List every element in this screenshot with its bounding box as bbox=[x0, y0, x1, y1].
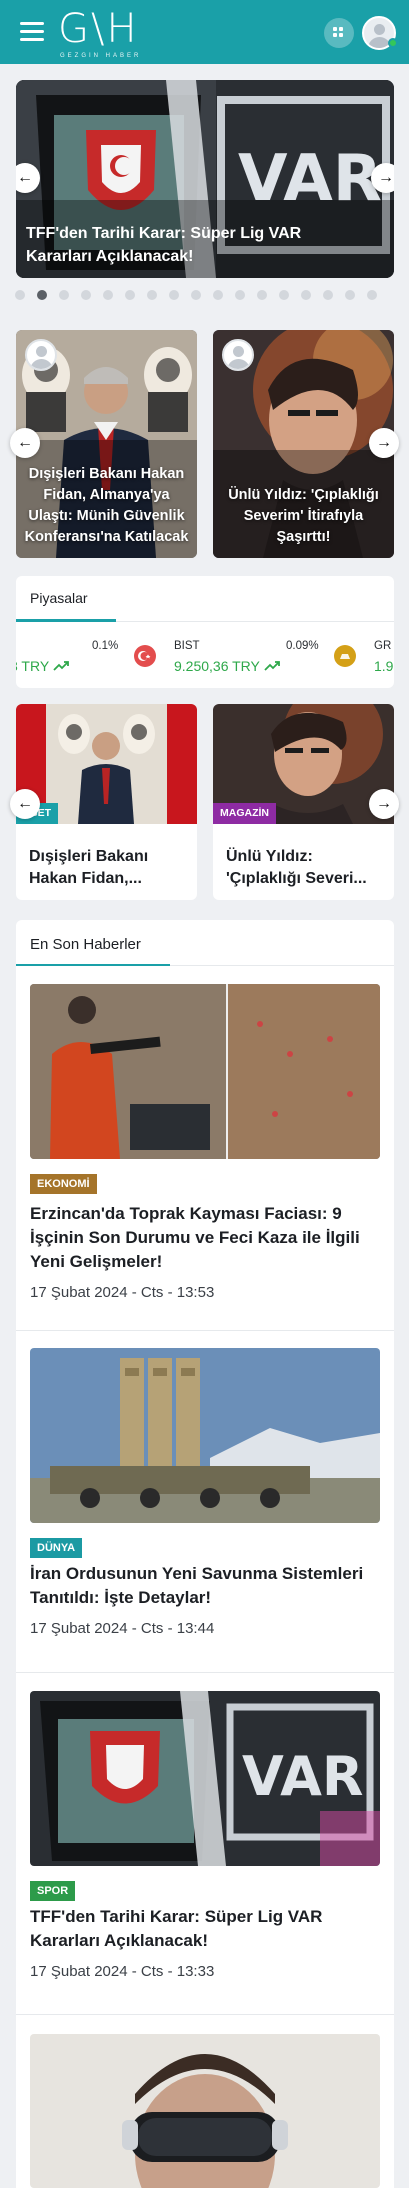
markets-header: Piyasalar bbox=[16, 576, 394, 622]
author-avatar-icon bbox=[25, 339, 57, 371]
turkey-flag-icon bbox=[134, 645, 156, 667]
category-badge[interactable]: MAGAZİN bbox=[213, 803, 276, 824]
author-card-title: Dışişleri Bakanı Hakan Fidan, Almanya'ya… bbox=[24, 466, 189, 545]
slider-dot[interactable] bbox=[103, 290, 113, 300]
slider-dot[interactable] bbox=[345, 290, 355, 300]
slider-dot[interactable] bbox=[257, 290, 267, 300]
category-badge[interactable]: SPOR bbox=[30, 1881, 76, 1901]
market-item[interactable]: BIST 0.09% 9.250,36 TRY bbox=[134, 636, 324, 676]
online-status-dot bbox=[388, 38, 398, 48]
market-item[interactable]: GR 1.9 bbox=[332, 636, 394, 676]
news-divider bbox=[16, 1330, 394, 1331]
news-divider bbox=[16, 1672, 394, 1673]
arrow-right-icon[interactable]: → bbox=[371, 163, 394, 193]
category-card[interactable]: MAGAZİN Ünlü Yıldız: 'Çıplaklığı Severi.… bbox=[213, 704, 394, 900]
author-card[interactable]: Dışişleri Bakanı Hakan Fidan, Almanya'ya… bbox=[16, 330, 197, 558]
news-thumbnail: VAR bbox=[30, 1691, 380, 1866]
slider-dot[interactable] bbox=[191, 290, 201, 300]
arrow-right-icon[interactable]: → bbox=[369, 428, 399, 458]
latest-news-title-underline bbox=[16, 964, 170, 966]
market-change: 0.09% bbox=[286, 640, 319, 652]
market-value: 1.9 bbox=[374, 658, 394, 674]
grid-icon[interactable] bbox=[324, 18, 354, 48]
slider-dot[interactable] bbox=[235, 290, 245, 300]
arrow-left-icon[interactable]: ← bbox=[10, 789, 40, 819]
author-card[interactable]: Ünlü Yıldız: 'Çıplaklığı Severim' İtiraf… bbox=[213, 330, 394, 558]
news-date: 17 Şubat 2024 - Cts - 13:33 bbox=[30, 1963, 215, 1980]
slider-dot[interactable] bbox=[323, 290, 333, 300]
slider-dot[interactable] bbox=[147, 290, 157, 300]
gold-icon bbox=[334, 645, 356, 667]
slider-dot[interactable] bbox=[37, 290, 47, 300]
category-card[interactable]: ASET Dışişleri Bakanı Hakan Fidan,... bbox=[16, 704, 197, 900]
markets-title: Piyasalar bbox=[30, 590, 88, 606]
trend-up-icon bbox=[53, 661, 69, 671]
market-name: BIST bbox=[174, 640, 200, 652]
latest-news-title: En Son Haberler bbox=[30, 936, 141, 953]
latest-news-section: En Son Haberler EKONOMİ Erzincan'da Topr… bbox=[16, 920, 394, 2188]
arrow-right-icon[interactable]: → bbox=[369, 789, 399, 819]
news-date: 17 Şubat 2024 - Cts - 13:44 bbox=[30, 1620, 215, 1637]
news-date: 17 Şubat 2024 - Cts - 13:53 bbox=[30, 1284, 215, 1301]
news-thumbnail bbox=[30, 984, 380, 1159]
author-avatar-icon bbox=[222, 339, 254, 371]
market-change: 0.1% bbox=[92, 640, 119, 652]
news-title[interactable]: Erzincan'da Toprak Kayması Faciası: 9 İş… bbox=[30, 1202, 380, 1274]
slider-dot[interactable] bbox=[279, 290, 289, 300]
news-item[interactable]: DÜNYA İran Ordusunun Yeni Savunma Sistem… bbox=[30, 1348, 380, 1638]
news-title[interactable]: İran Ordusunun Yeni Savunma Sistemleri T… bbox=[30, 1562, 380, 1610]
logo-text: G\H bbox=[58, 6, 139, 52]
market-value: 3 TRY bbox=[16, 658, 69, 674]
slider-dot[interactable] bbox=[81, 290, 91, 300]
news-thumbnail bbox=[30, 1348, 380, 1523]
slider-dot[interactable] bbox=[15, 290, 25, 300]
slider-dot[interactable] bbox=[169, 290, 179, 300]
slider-dot[interactable] bbox=[367, 290, 377, 300]
category-badge[interactable]: DÜNYA bbox=[30, 1538, 83, 1558]
hero-title[interactable]: TFF'den Tarihi Karar: Süper Lig VAR Kara… bbox=[26, 222, 346, 268]
slider-dot[interactable] bbox=[213, 290, 223, 300]
markets-widget: Piyasalar 0.1% 3 TRY BIST 0.09% 9.250,36… bbox=[16, 576, 394, 688]
arrow-left-icon[interactable]: ← bbox=[10, 428, 40, 458]
news-thumbnail bbox=[30, 2034, 380, 2188]
top-app-bar: G\H GEZGİN HABER bbox=[0, 0, 409, 64]
site-logo[interactable]: G\H GEZGİN HABER bbox=[56, 4, 146, 62]
logo-subtitle: GEZGİN HABER bbox=[60, 53, 142, 59]
slider-dot[interactable] bbox=[301, 290, 311, 300]
market-name: GR bbox=[374, 640, 392, 652]
category-badge[interactable]: EKONOMİ bbox=[30, 1174, 97, 1194]
hamburger-icon[interactable] bbox=[20, 22, 44, 42]
trend-up-icon bbox=[263, 661, 280, 671]
market-value: 9.250,36 TRY bbox=[174, 658, 280, 674]
category-card-title: Dışişleri Bakanı Hakan Fidan,... bbox=[29, 848, 149, 887]
markets-title-underline bbox=[16, 619, 116, 622]
hero-slider[interactable]: VAR TFF'den Tarihi Karar: Süper Lig VAR … bbox=[16, 80, 394, 278]
category-card-title: Ünlü Yıldız: 'Çıplaklığı Severi... bbox=[226, 848, 367, 887]
news-item[interactable]: VAR SPOR TFF'den Tarihi Karar: Süper Lig… bbox=[30, 1691, 380, 1991]
thumbnail-art-text: VAR bbox=[242, 1745, 364, 1808]
slider-dot[interactable] bbox=[125, 290, 135, 300]
slider-dot[interactable] bbox=[59, 290, 69, 300]
news-title[interactable]: TFF'den Tarihi Karar: Süper Lig VAR Kara… bbox=[30, 1905, 380, 1953]
market-item[interactable]: 0.1% 3 TRY bbox=[16, 636, 126, 676]
news-item[interactable]: EKONOMİ Erzincan'da Toprak Kayması Facia… bbox=[30, 984, 380, 1301]
news-divider bbox=[16, 2014, 394, 2015]
slider-pagination bbox=[15, 290, 395, 302]
news-item[interactable] bbox=[30, 2034, 380, 2188]
author-card-title: Ünlü Yıldız: 'Çıplaklığı Severim' İtiraf… bbox=[228, 487, 379, 545]
